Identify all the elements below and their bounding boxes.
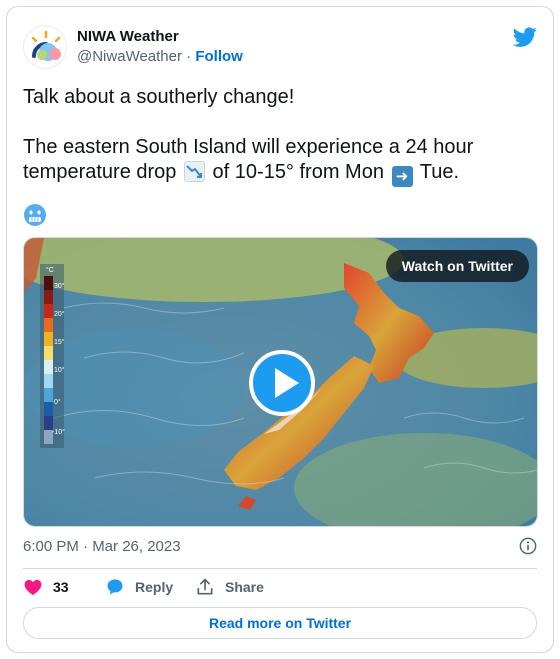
legend-unit: °C xyxy=(46,266,54,274)
tweet-timestamp[interactable]: 6:00 PM · Mar 26, 2023 xyxy=(23,537,181,557)
legend: °C 30° 20° 15° 10° 0° -10° xyxy=(40,264,65,448)
author-handle-row: @NiwaWeather · Follow xyxy=(77,47,243,67)
info-icon[interactable] xyxy=(519,537,537,555)
niwa-logo-icon xyxy=(31,30,61,61)
watch-on-twitter-button[interactable]: Watch on Twitter xyxy=(385,250,529,282)
author-handle[interactable]: @NiwaWeather xyxy=(77,48,182,65)
tweet-card: NIWA Weather @NiwaWeather · Follow Talk … xyxy=(6,6,554,653)
handle-separator: · xyxy=(182,48,196,65)
cold-face-icon xyxy=(24,204,46,226)
tweet-line-2: The eastern South Island will experience… xyxy=(23,135,533,160)
tweet-line-2b: temperature drop xyxy=(23,161,177,183)
video-media[interactable]: °C 30° 20° 15° 10° 0° -10° Watch on Twit… xyxy=(23,237,538,527)
reply-label: Reply xyxy=(135,579,174,595)
right-arrow-icon: ➜ xyxy=(391,166,413,187)
tweet-header: NIWA Weather @NiwaWeather · Follow xyxy=(23,25,537,69)
divider xyxy=(23,568,537,569)
author-display-name[interactable]: NIWA Weather xyxy=(77,27,243,47)
share-button[interactable]: Share xyxy=(195,577,264,597)
legend-tick: 0° xyxy=(54,398,61,406)
share-label: Share xyxy=(225,579,264,595)
tweet-line-2c: of 10-15° from Mon xyxy=(212,161,384,183)
legend-tick: -10° xyxy=(52,428,65,436)
legend-tick: 30° xyxy=(54,282,65,290)
like-button[interactable]: 33 xyxy=(23,577,69,597)
heart-icon xyxy=(24,579,42,595)
author-names: NIWA Weather @NiwaWeather · Follow xyxy=(77,27,243,67)
share-icon xyxy=(197,578,213,595)
legend-tick: 10° xyxy=(54,366,65,374)
chart-decreasing-icon xyxy=(183,161,205,182)
tweet-text: Talk about a southerly change! The easte… xyxy=(23,85,533,187)
play-icon xyxy=(275,368,299,398)
play-button[interactable] xyxy=(249,350,315,416)
tweet-line-1: Talk about a southerly change! xyxy=(23,86,295,108)
follow-button[interactable]: Follow xyxy=(195,48,243,65)
read-more-button[interactable]: Read more on Twitter xyxy=(23,607,537,639)
author-avatar[interactable] xyxy=(23,25,67,69)
reply-button[interactable]: Reply xyxy=(105,577,173,597)
reply-bubble-icon xyxy=(107,579,123,595)
legend-tick: 20° xyxy=(54,310,65,318)
twitter-bird-icon[interactable] xyxy=(513,25,537,49)
tweet-line-2a: The eastern South Island will experience… xyxy=(23,136,474,158)
tweet-line-2d: Tue. xyxy=(419,161,459,183)
legend-tick: 15° xyxy=(54,338,65,346)
tweet-line-3: temperature drop of 10-15° from Mon ➜ Tu… xyxy=(23,160,533,187)
like-count: 33 xyxy=(53,579,69,595)
